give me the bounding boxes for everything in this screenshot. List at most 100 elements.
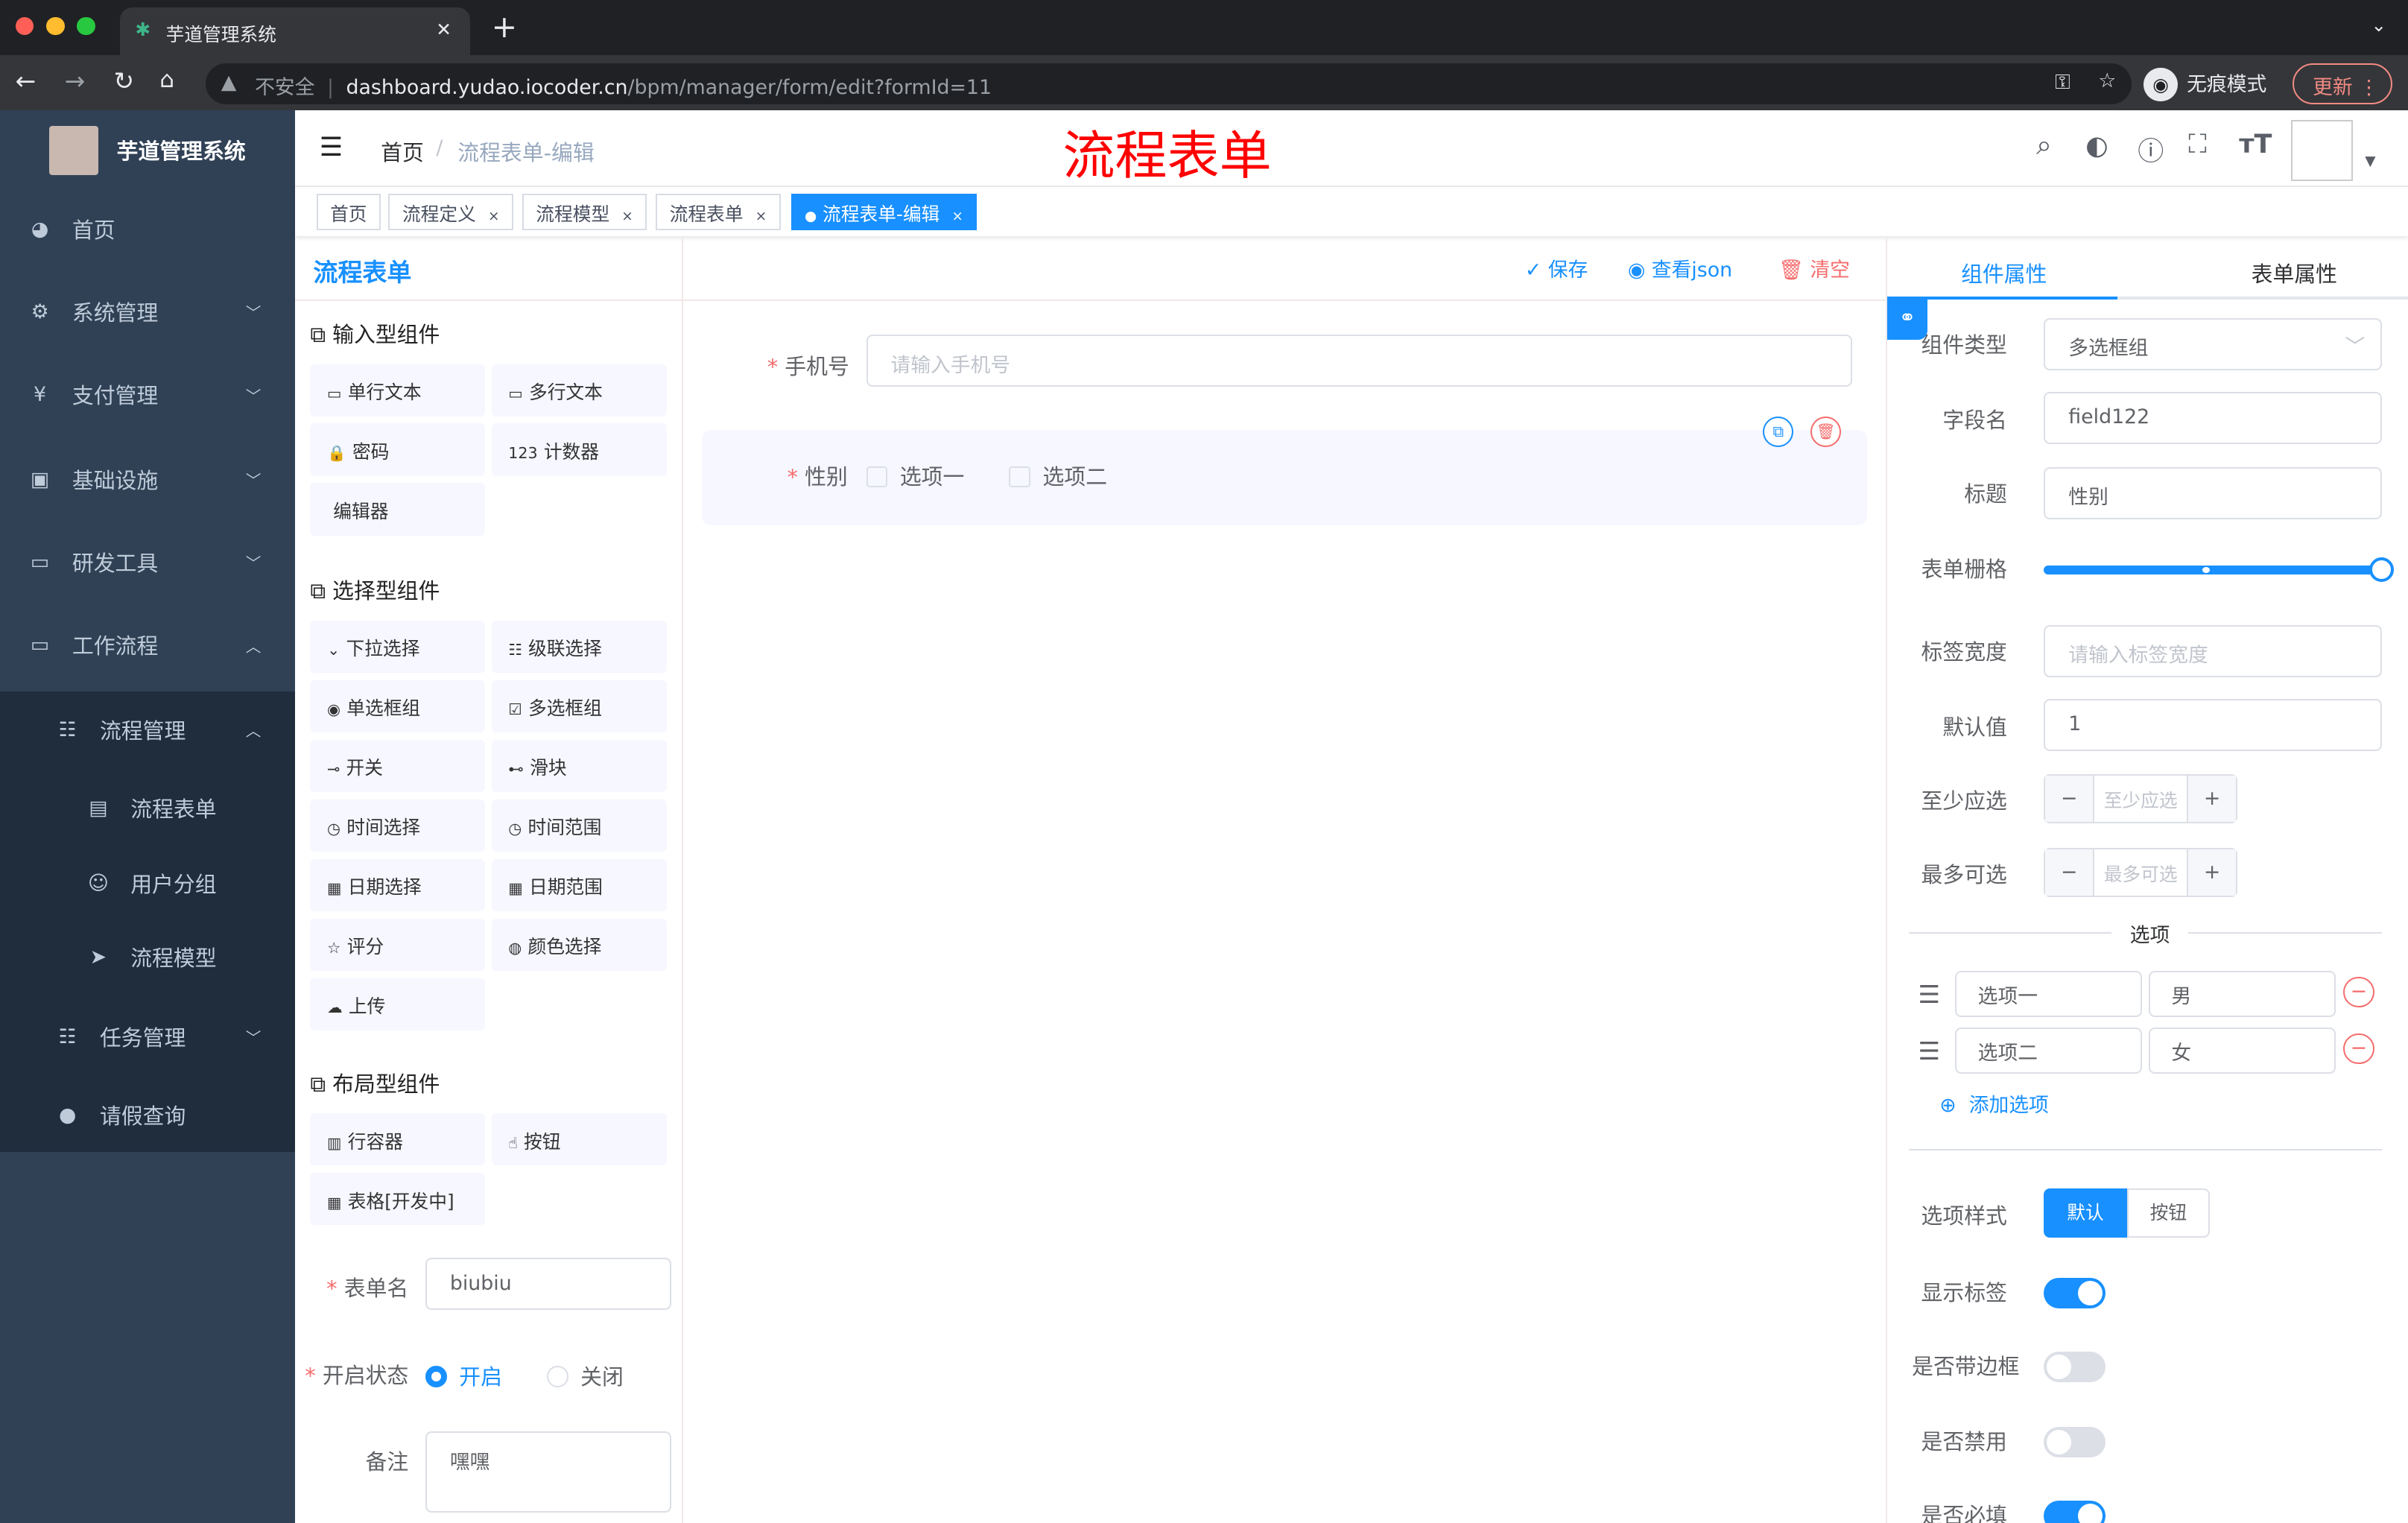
sidebar-item-8[interactable]: ☺ 用户分组 <box>0 842 295 925</box>
sidebar-item-10[interactable]: ☷ 任务管理 ﹀ <box>0 995 295 1078</box>
label-width-input[interactable]: 请输入标签宽度 <box>2044 624 2382 677</box>
palette-item[interactable]: ▦ 日期范围 <box>491 858 667 911</box>
slider-handle[interactable] <box>2369 557 2395 583</box>
tab-component-props[interactable]: 组件属性 <box>1961 258 2047 288</box>
checkbox-option-1[interactable]: 选项一 <box>866 460 964 491</box>
palette-item[interactable]: ⊸ 开关 <box>310 739 486 792</box>
help-icon[interactable]: ⓘ <box>2138 130 2164 168</box>
new-tab-icon[interactable]: + <box>492 9 518 45</box>
github-icon[interactable]: ◐ <box>2085 130 2108 161</box>
save-button[interactable]: ✓ 保存 <box>1525 253 1588 282</box>
palette-item[interactable]: ▭ 单行文本 <box>310 364 486 417</box>
field-name-input[interactable]: field122 <box>2044 391 2382 444</box>
minus-icon[interactable]: − <box>2045 775 2095 822</box>
status-radio-off[interactable]: 关闭 <box>546 1361 624 1391</box>
forward-icon[interactable]: → <box>65 66 86 95</box>
remove-option-icon[interactable]: − <box>2343 1033 2374 1065</box>
checkbox-option-2[interactable]: 选项二 <box>1009 460 1107 491</box>
plus-icon[interactable]: + <box>2187 775 2237 822</box>
caret-down-icon[interactable]: ▼ <box>2365 153 2375 169</box>
sidebar-item-0[interactable]: ◕ 首页 <box>0 187 295 270</box>
close-icon[interactable]: × <box>951 209 963 224</box>
sidebar-item-6[interactable]: ☷ 流程管理 ︿ <box>0 688 295 770</box>
copy-field-icon[interactable]: ⧉ <box>1763 416 1794 447</box>
close-tab-icon[interactable]: ✕ <box>436 19 452 40</box>
option-value-input[interactable]: 女 <box>2148 1027 2336 1074</box>
sidebar-item-1[interactable]: ⚙ 系统管理 ﹀ <box>0 270 295 353</box>
style-default-button[interactable]: 默认 <box>2044 1188 2127 1238</box>
key-icon[interactable]: ⚿ <box>2055 71 2070 95</box>
close-icon[interactable]: × <box>488 209 500 224</box>
sidebar-item-7[interactable]: ▤ 流程表单 <box>0 767 295 849</box>
border-on-switch[interactable] <box>2044 1351 2106 1383</box>
option-label-input[interactable]: 选项二 <box>1954 1027 2143 1074</box>
tag-process-definition[interactable]: 流程定义 × <box>388 193 513 231</box>
fullscreen-icon[interactable]: ⛶ <box>2188 129 2207 160</box>
hamburger-icon[interactable]: ☰ <box>320 132 343 162</box>
palette-item[interactable]: ◍ 颜色选择 <box>491 918 667 971</box>
option-value-input[interactable]: 男 <box>2148 970 2336 1017</box>
remark-textarea[interactable]: 嘿嘿 <box>425 1431 671 1513</box>
palette-item[interactable]: ☁ 上传 <box>310 978 486 1030</box>
home-icon[interactable]: ⌂ <box>159 66 174 93</box>
sidebar-item-5[interactable]: ▭ 工作流程 ︿ <box>0 604 295 686</box>
title-input[interactable]: 性别 <box>2044 466 2382 519</box>
palette-item[interactable]: 123 计数器 <box>491 423 667 476</box>
sidebar-item-3[interactable]: ▣ 基础设施 ﹀ <box>0 437 295 520</box>
sidebar-item-2[interactable]: ¥ 支付管理 ﹀ <box>0 353 295 436</box>
close-icon[interactable]: × <box>755 209 767 224</box>
tag-home[interactable]: 首页 <box>316 193 381 231</box>
max-stepper[interactable]: − 最多可选 + <box>2044 847 2238 897</box>
form-name-input[interactable]: biubiu <box>425 1258 671 1311</box>
user-avatar[interactable] <box>2291 119 2353 182</box>
palette-item[interactable]: ☷ 级联选择 <box>491 620 667 673</box>
palette-item[interactable]: ⊷ 滑块 <box>491 739 667 792</box>
browser-tab[interactable]: ✱ 芋道管理系统 ✕ <box>119 7 470 56</box>
option-label-input[interactable]: 选项一 <box>1954 970 2143 1017</box>
palette-item[interactable]: ▦ 表格[开发中] <box>310 1173 486 1226</box>
palette-item[interactable]: ▦ 日期选择 <box>310 858 486 911</box>
grid-slider[interactable] <box>2044 557 2395 583</box>
breadcrumb-home[interactable]: 首页 <box>381 136 424 167</box>
palette-item[interactable]: ▭ 多行文本 <box>491 364 667 417</box>
palette-item[interactable]: 🔒 密码 <box>310 423 486 476</box>
min-stepper[interactable]: − 至少应选 + <box>2044 773 2238 823</box>
plus-icon[interactable]: + <box>2187 849 2237 896</box>
tag-process-form-edit[interactable]: ● 流程表单-编辑 × <box>790 193 978 231</box>
palette-item[interactable]: ☝ 按钮 <box>491 1113 667 1166</box>
palette-item[interactable]: ◷ 时间范围 <box>491 799 667 852</box>
update-button[interactable]: 更新 ⋮ <box>2293 63 2393 105</box>
incognito-indicator[interactable]: ◉ 无痕模式 <box>2144 67 2266 102</box>
palette-item[interactable]: 编辑器 <box>310 483 486 536</box>
minimize-window-button[interactable] <box>45 16 65 36</box>
drag-handle-icon[interactable]: ☰ <box>1918 980 1940 1009</box>
active-field-gender[interactable]: 性别 选项一 选项二 <box>701 430 1868 525</box>
default-value-input[interactable]: 1 <box>2044 698 2382 751</box>
clear-button[interactable]: 🗑 清空 <box>1778 253 1850 282</box>
add-option-button[interactable]: ⊕ 添加选项 <box>1939 1089 2049 1118</box>
drag-handle-icon[interactable]: ☰ <box>1918 1036 1940 1066</box>
palette-item[interactable]: ☆ 评分 <box>310 918 486 971</box>
reload-icon[interactable]: ↻ <box>114 66 135 95</box>
tag-process-form[interactable]: 流程表单 × <box>656 193 781 231</box>
sidebar-item-11[interactable]: ● 请假查询 <box>0 1074 295 1156</box>
palette-item[interactable]: ⌄ 下拉选择 <box>310 620 486 673</box>
view-json-button[interactable]: ◉ 查看json <box>1628 253 1732 282</box>
show-label-on-switch[interactable] <box>2044 1277 2106 1309</box>
palette-item[interactable]: ◷ 时间选择 <box>310 799 486 852</box>
delete-field-icon[interactable]: 🗑 <box>1810 416 1842 447</box>
phone-input[interactable]: 请输入手机号 <box>866 335 1852 387</box>
close-window-button[interactable] <box>15 16 34 36</box>
minus-icon[interactable]: − <box>2045 849 2095 896</box>
status-radio-on[interactable]: 开启 <box>425 1361 502 1391</box>
url-field[interactable]: ▲ 不安全 | dashboard.yudao.iocoder.cn/bpm/man… <box>206 63 2132 105</box>
palette-item[interactable]: ◉ 单选框组 <box>310 680 486 732</box>
close-icon[interactable]: × <box>621 209 633 224</box>
back-icon[interactable]: ← <box>16 66 37 95</box>
required-on-switch[interactable] <box>2044 1500 2106 1523</box>
component-type-select[interactable]: 多选框组 ﹀ <box>2044 317 2382 370</box>
star-icon[interactable]: ☆ <box>2098 69 2116 92</box>
tab-form-props[interactable]: 表单属性 <box>2252 258 2337 288</box>
tag-process-model[interactable]: 流程模型 × <box>522 193 647 231</box>
remove-option-icon[interactable]: − <box>2343 976 2374 1008</box>
